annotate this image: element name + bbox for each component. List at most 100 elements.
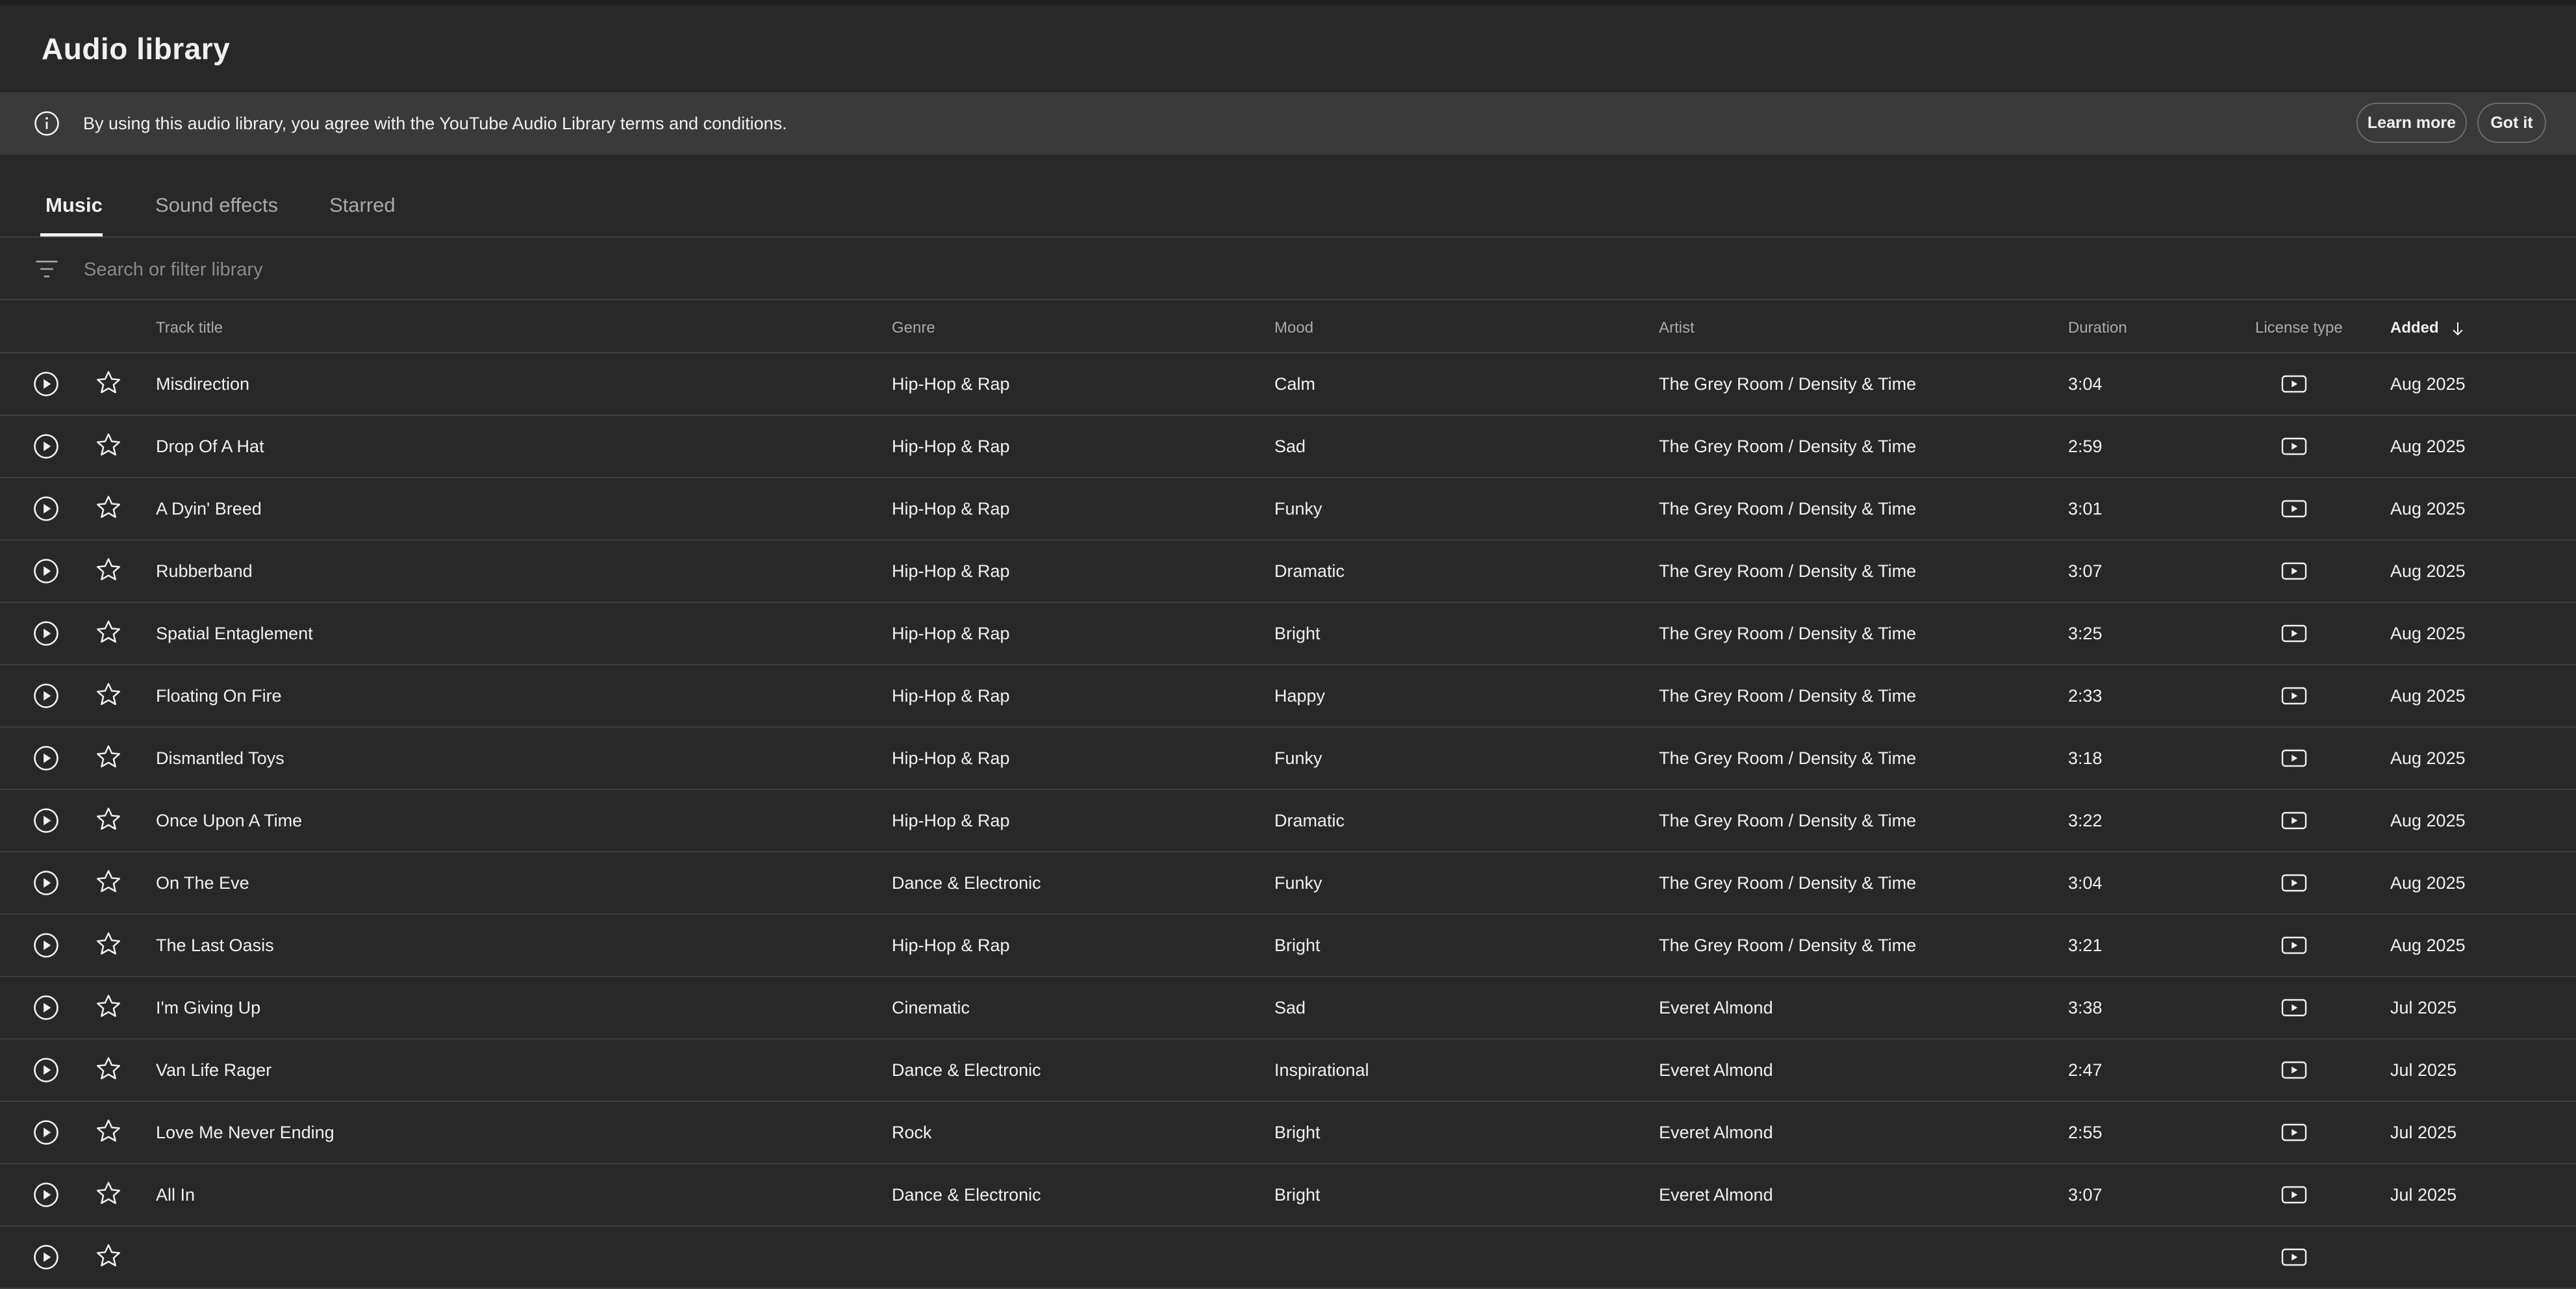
column-header-artist[interactable]: Artist — [1659, 318, 1695, 338]
star-outline-icon[interactable] — [95, 930, 122, 958]
track-title: Van Life Rager — [156, 1060, 272, 1080]
play-circle-icon[interactable] — [32, 1119, 60, 1146]
star-outline-icon[interactable] — [95, 806, 122, 833]
track-row[interactable]: I'm Giving Up Cinematic Sad Everet Almon… — [0, 977, 2576, 1040]
star-outline-icon[interactable] — [95, 681, 122, 708]
play-circle-icon[interactable] — [32, 620, 60, 647]
track-artist: The Grey Room / Density & Time — [1659, 437, 1917, 456]
youtube-license-icon — [2281, 1186, 2307, 1204]
learn-more-button[interactable]: Learn more — [2356, 103, 2467, 143]
tab-starred[interactable]: Starred — [329, 194, 396, 238]
track-added: Jul 2025 — [2390, 1060, 2457, 1080]
track-mood: Sad — [1274, 437, 1306, 456]
track-artist: The Grey Room / Density & Time — [1659, 499, 1917, 518]
play-circle-icon[interactable] — [32, 682, 60, 709]
filter-icon[interactable] — [34, 257, 60, 281]
star-outline-icon[interactable] — [95, 369, 122, 396]
column-header-title[interactable]: Track title — [156, 318, 223, 338]
track-duration: 2:47 — [2068, 1060, 2102, 1080]
column-header-mood[interactable]: Mood — [1274, 318, 1313, 338]
track-mood: Funky — [1274, 748, 1322, 768]
track-row[interactable]: Love Me Never Ending Rock Bright Everet … — [0, 1102, 2576, 1164]
track-mood: Happy — [1274, 686, 1326, 706]
track-title: Once Upon A Time — [156, 811, 303, 830]
track-added: Aug 2025 — [2390, 873, 2466, 893]
play-circle-icon[interactable] — [32, 1181, 60, 1208]
play-circle-icon[interactable] — [32, 994, 60, 1021]
track-artist: The Grey Room / Density & Time — [1659, 873, 1917, 893]
star-outline-icon[interactable] — [95, 743, 122, 771]
track-row[interactable]: Drop Of A Hat Hip-Hop & Rap Sad The Grey… — [0, 416, 2576, 478]
track-row[interactable]: Van Life Rager Dance & Electronic Inspir… — [0, 1040, 2576, 1102]
play-circle-icon[interactable] — [32, 433, 60, 460]
youtube-license-icon — [2281, 375, 2307, 393]
youtube-license-icon — [2281, 1123, 2307, 1142]
track-row[interactable]: On The Eve Dance & Electronic Funky The … — [0, 852, 2576, 915]
play-circle-icon[interactable] — [32, 370, 60, 398]
track-mood: Inspirational — [1274, 1060, 1369, 1080]
play-circle-icon[interactable] — [32, 932, 60, 959]
track-row[interactable]: Once Upon A Time Hip-Hop & Rap Dramatic … — [0, 790, 2576, 852]
track-row[interactable]: A Dyin' Breed Hip-Hop & Rap Funky The Gr… — [0, 478, 2576, 541]
track-genre: Hip-Hop & Rap — [892, 624, 1010, 643]
youtube-license-icon — [2281, 1248, 2307, 1266]
got-it-button[interactable]: Got it — [2477, 103, 2546, 143]
track-artist: The Grey Room / Density & Time — [1659, 374, 1917, 394]
track-row[interactable]: The Last Oasis Hip-Hop & Rap Bright The … — [0, 915, 2576, 977]
track-mood: Dramatic — [1274, 561, 1345, 581]
star-outline-icon[interactable] — [95, 556, 122, 583]
track-title: Spatial Entaglement — [156, 624, 313, 643]
column-header-genre[interactable]: Genre — [892, 318, 935, 338]
track-mood: Dramatic — [1274, 811, 1345, 830]
column-header-added[interactable]: Added — [2390, 318, 2465, 338]
play-circle-icon[interactable] — [32, 745, 60, 772]
track-artist: Everet Almond — [1659, 1123, 1773, 1142]
play-circle-icon[interactable] — [32, 1244, 60, 1271]
track-row[interactable]: All In Dance & Electronic Bright Everet … — [0, 1164, 2576, 1227]
track-artist: The Grey Room / Density & Time — [1659, 936, 1917, 955]
star-outline-icon[interactable] — [95, 619, 122, 646]
play-circle-icon[interactable] — [32, 557, 60, 585]
track-mood: Bright — [1274, 936, 1320, 955]
terms-banner: By using this audio library, you agree w… — [0, 92, 2576, 155]
track-duration: 2:59 — [2068, 437, 2102, 456]
track-row[interactable]: Misdirection Hip-Hop & Rap Calm The Grey… — [0, 353, 2576, 416]
play-circle-icon[interactable] — [32, 1056, 60, 1084]
play-circle-icon[interactable] — [32, 869, 60, 897]
track-genre: Hip-Hop & Rap — [892, 437, 1010, 456]
track-row[interactable]: Spatial Entaglement Hip-Hop & Rap Bright… — [0, 603, 2576, 665]
track-added: Aug 2025 — [2390, 437, 2466, 456]
star-outline-icon[interactable] — [95, 868, 122, 895]
play-circle-icon[interactable] — [32, 807, 60, 834]
info-icon — [34, 111, 59, 136]
track-row[interactable]: Floating On Fire Hip-Hop & Rap Happy The… — [0, 665, 2576, 728]
track-title: Drop Of A Hat — [156, 437, 264, 456]
page-title: Audio library — [42, 32, 231, 66]
tab-sound-effects[interactable]: Sound effects — [155, 194, 278, 238]
track-row[interactable] — [0, 1227, 2576, 1289]
track-title: The Last Oasis — [156, 936, 274, 955]
track-artist: The Grey Room / Density & Time — [1659, 561, 1917, 581]
star-outline-icon[interactable] — [95, 431, 122, 459]
star-outline-icon[interactable] — [95, 993, 122, 1020]
column-header-duration[interactable]: Duration — [2068, 318, 2127, 338]
tab-music[interactable]: Music — [45, 194, 103, 238]
search-input[interactable] — [82, 252, 1124, 287]
column-header-license[interactable]: License type — [2255, 318, 2343, 338]
track-added: Aug 2025 — [2390, 561, 2466, 581]
track-added: Aug 2025 — [2390, 686, 2466, 706]
star-outline-icon[interactable] — [95, 1180, 122, 1207]
star-outline-icon[interactable] — [95, 494, 122, 521]
star-outline-icon[interactable] — [95, 1117, 122, 1145]
track-row[interactable]: Rubberband Hip-Hop & Rap Dramatic The Gr… — [0, 541, 2576, 603]
track-genre: Hip-Hop & Rap — [892, 748, 1010, 768]
star-outline-icon[interactable] — [95, 1242, 122, 1270]
track-artist: Everet Almond — [1659, 1060, 1773, 1080]
track-genre: Hip-Hop & Rap — [892, 499, 1010, 518]
track-duration: 3:07 — [2068, 1185, 2102, 1205]
track-row[interactable]: Dismantled Toys Hip-Hop & Rap Funky The … — [0, 728, 2576, 790]
track-genre: Hip-Hop & Rap — [892, 811, 1010, 830]
track-added: Jul 2025 — [2390, 998, 2457, 1017]
play-circle-icon[interactable] — [32, 495, 60, 522]
star-outline-icon[interactable] — [95, 1055, 122, 1082]
